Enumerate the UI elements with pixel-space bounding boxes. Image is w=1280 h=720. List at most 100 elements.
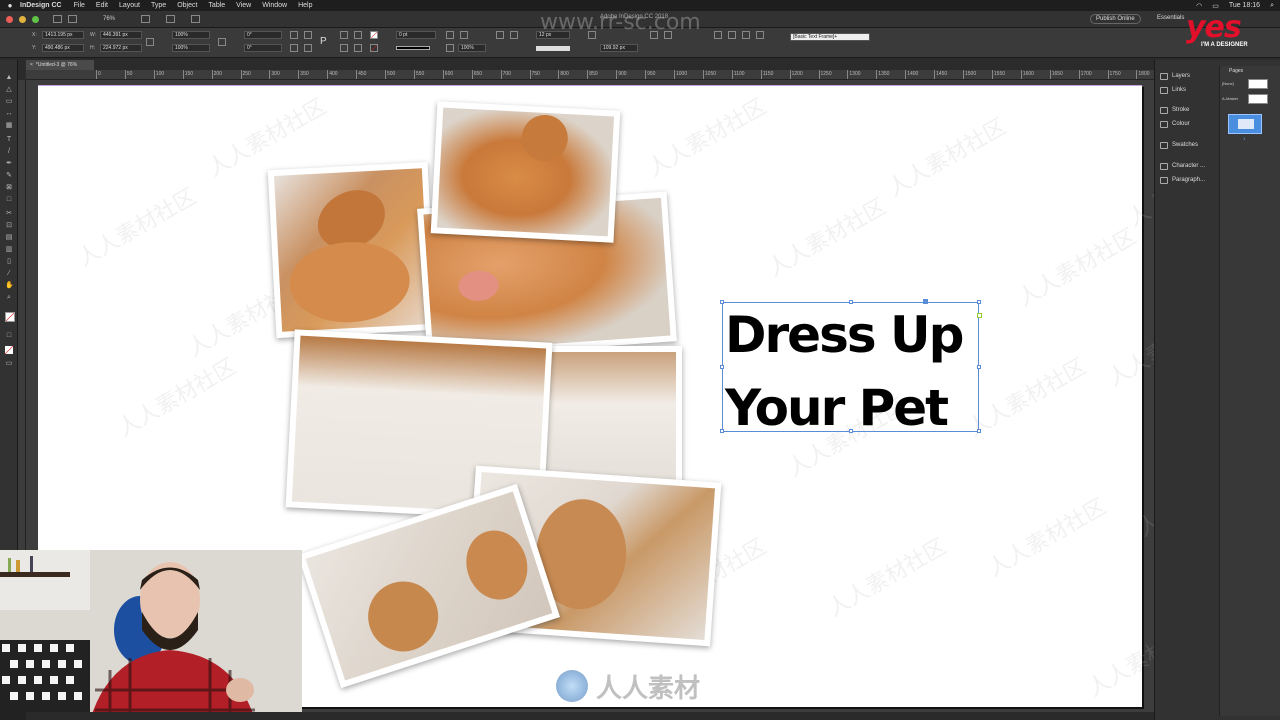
distribute-icon[interactable] (756, 31, 764, 39)
bridge-icon[interactable] (53, 15, 62, 23)
arrange-documents-icon[interactable] (191, 15, 201, 23)
dock-paragraph[interactable]: Paragraph... (1160, 174, 1205, 186)
screen-mode-tool-icon[interactable]: ▭ (5, 360, 13, 368)
zoom-level[interactable]: 76% (103, 16, 115, 22)
view-options-icon[interactable] (141, 15, 151, 23)
headline-text[interactable]: Dress Up Your Pet (725, 299, 964, 445)
dock-layers[interactable]: Layers (1160, 70, 1190, 82)
menu-edit[interactable]: Edit (96, 2, 108, 9)
page-1-thumb[interactable] (1228, 114, 1262, 134)
photo-frame-1[interactable] (267, 161, 437, 339)
none-master-label[interactable]: [None] (1222, 81, 1234, 86)
content-collector-icon[interactable]: ▦ (5, 122, 13, 130)
constrain-scale-icon[interactable] (218, 38, 226, 46)
rotate-cw-icon[interactable] (290, 31, 298, 39)
wifi-icon[interactable]: ◠ (1196, 2, 1202, 10)
close-window-button[interactable] (6, 15, 13, 23)
type-tool-icon[interactable]: T (5, 136, 13, 144)
a-master-thumb[interactable] (1248, 94, 1268, 104)
document-tab[interactable]: × *Untitled-3 @ 76% (26, 60, 94, 70)
gradient-tool-icon[interactable]: ▤ (5, 234, 13, 242)
align-hcenter-icon[interactable] (728, 31, 736, 39)
width-field[interactable]: 446.391 px (100, 31, 142, 39)
handle-bottom-left[interactable] (720, 429, 724, 433)
handle-middle-left[interactable] (720, 365, 724, 369)
height-field[interactable]: 224.972 px (100, 44, 142, 52)
scale-y-field[interactable]: 100% (172, 44, 210, 52)
pages-panel[interactable]: Pages [None] A-Master 1 (1219, 66, 1280, 716)
free-transform-tool-icon[interactable]: ⊡ (5, 222, 13, 230)
fill-stroke-icon[interactable] (5, 312, 15, 322)
pen-tool-icon[interactable]: ✒ (5, 160, 13, 168)
gap-tool-icon[interactable]: ↔ (5, 110, 13, 118)
stock-icon[interactable] (68, 15, 77, 23)
dock-stroke[interactable]: Stroke (1160, 104, 1189, 116)
menu-layout[interactable]: Layout (119, 2, 140, 9)
note-tool-icon[interactable]: ▯ (5, 258, 13, 266)
menu-help[interactable]: Help (298, 2, 312, 9)
menu-view[interactable]: View (236, 2, 251, 9)
select-container-icon[interactable] (340, 31, 348, 39)
dock-links[interactable]: Links (1160, 84, 1186, 96)
handle-bottom-right[interactable] (977, 429, 981, 433)
search-icon[interactable]: ⌕ (1270, 2, 1274, 10)
pencil-tool-icon[interactable]: ✎ (5, 172, 13, 180)
maximize-window-button[interactable] (32, 15, 39, 23)
select-previous-icon[interactable] (340, 44, 348, 52)
a-master-label[interactable]: A-Master (1222, 96, 1238, 101)
y-field[interactable]: 490.486 px (42, 44, 84, 52)
direct-selection-tool-icon[interactable]: △ (5, 86, 13, 94)
headline-text-frame[interactable]: Dress Up Your Pet (720, 299, 982, 437)
dock-swatches[interactable]: Swatches (1160, 139, 1198, 151)
battery-icon[interactable]: ▭ (1212, 2, 1219, 10)
hand-tool-icon[interactable]: ✋ (5, 282, 14, 290)
stroke-type-dropdown[interactable] (396, 46, 430, 50)
text-path-icon[interactable]: P (320, 36, 327, 47)
flip-horizontal-icon[interactable] (290, 44, 298, 52)
constrain-proportions-icon[interactable] (146, 38, 154, 46)
dock-colour[interactable]: Colour (1160, 118, 1190, 130)
text-wrap-icon[interactable] (510, 31, 518, 39)
scale-x-field[interactable]: 100% (172, 31, 210, 39)
stroke-weight-field[interactable]: 0 pt (396, 31, 436, 39)
menu-object[interactable]: Object (177, 2, 197, 9)
formatting-container-icon[interactable]: □ (5, 332, 13, 340)
menu-file[interactable]: File (74, 2, 85, 9)
fill-swatch[interactable] (370, 31, 378, 39)
opacity-field[interactable]: 100% (458, 44, 486, 52)
stroke-swatch[interactable] (370, 44, 378, 52)
page-tool-icon[interactable]: ▭ (5, 98, 13, 106)
column-width-field[interactable]: 109.92 px (600, 44, 638, 52)
app-menu[interactable]: InDesign CC (20, 2, 62, 9)
object-style-dropdown[interactable]: [Basic Text Frame]+ (790, 33, 870, 41)
align-right-icon[interactable] (742, 31, 750, 39)
clock[interactable]: Tue 18:16 (1229, 2, 1260, 9)
selection-tool-icon[interactable]: ▲ (5, 74, 13, 82)
align-left-icon[interactable] (714, 31, 722, 39)
zoom-tool-icon[interactable]: ⌕ (5, 294, 13, 302)
publish-online-button[interactable]: Publish Online (1090, 14, 1141, 24)
rectangle-tool-icon[interactable]: □ (5, 196, 13, 204)
line-tool-icon[interactable]: / (5, 148, 13, 156)
horizontal-ruler[interactable]: 0 50 100 150 200 250 300 350 400 450 500 550 600 650 7… (26, 70, 1154, 80)
menu-type[interactable]: Type (151, 2, 166, 9)
drop-shadow-icon[interactable] (496, 31, 504, 39)
minimize-window-button[interactable] (19, 15, 26, 23)
apply-none-icon[interactable] (5, 346, 13, 354)
rotate-ccw-icon[interactable] (304, 31, 312, 39)
handle-top-center[interactable] (849, 300, 853, 304)
rotate-field[interactable]: 0° (244, 31, 282, 39)
workspace-switcher[interactable]: Essentials (1157, 15, 1184, 21)
flip-vertical-icon[interactable] (304, 44, 312, 52)
handle-bottom-center[interactable] (849, 429, 853, 433)
out-port[interactable] (977, 313, 982, 318)
fx-icon[interactable] (446, 44, 454, 52)
dock-character[interactable]: Character ... (1160, 160, 1205, 172)
frame-fitting-bar[interactable] (536, 46, 570, 51)
x-field[interactable]: 1413.195 px (42, 31, 84, 39)
scissors-tool-icon[interactable]: ✂ (5, 210, 13, 218)
stroke-align-icon[interactable] (446, 31, 454, 39)
shear-field[interactable]: 0° (244, 44, 282, 52)
none-master-thumb[interactable] (1248, 79, 1268, 89)
handle-top-left[interactable] (720, 300, 724, 304)
